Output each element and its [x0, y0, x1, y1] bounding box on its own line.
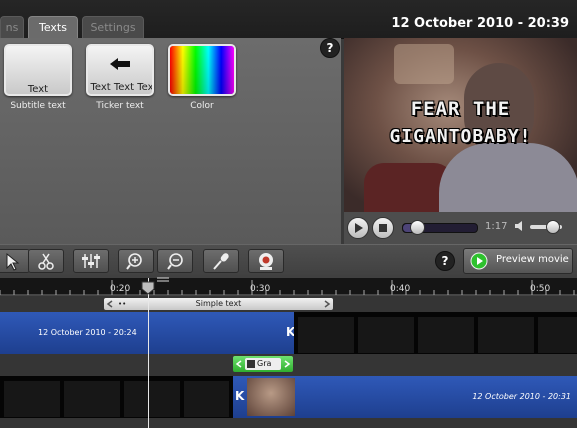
color-spectrum [170, 46, 234, 94]
help-icon[interactable]: ? [320, 38, 340, 58]
seek-handle[interactable] [410, 220, 425, 235]
grip-icon[interactable] [155, 276, 171, 284]
ruler-label: 0:30 [250, 284, 271, 294]
playhead-line[interactable] [148, 278, 149, 428]
chevron-left-icon[interactable] [106, 300, 114, 308]
style-label: Ticker text [96, 101, 144, 111]
background-window [394, 44, 454, 84]
subtitle-clip-label: Simple text [195, 299, 242, 308]
sliders-icon [82, 254, 100, 268]
video-preview: FEAR THE GIGANTOBABY! [344, 38, 577, 212]
style-label: Subtitle text [10, 101, 66, 111]
pointer-icon [6, 252, 20, 271]
tab-label: Settings [90, 21, 136, 34]
microphone-icon [213, 253, 229, 270]
video-clip-prev[interactable] [0, 376, 233, 418]
chevron-left-icon[interactable] [235, 360, 243, 368]
clip-date: 12 October 2010 - 20:31 [472, 392, 571, 401]
zoom-out-icon [167, 253, 183, 270]
play-icon [355, 223, 363, 233]
film-frame [4, 381, 60, 417]
film-frame [124, 381, 180, 417]
adjust-tool-button[interactable] [73, 249, 109, 273]
ruler-label: 0:20 [110, 284, 131, 294]
video-clip-2[interactable]: K 12 October 2010 - 20:31 [233, 376, 577, 418]
speaker-icon[interactable] [514, 220, 526, 232]
stop-icon [379, 224, 387, 232]
preview-movie-button[interactable]: Preview movie [463, 248, 573, 274]
ticker-text-style[interactable]: Text Text Tex [86, 44, 154, 96]
zoom-out-button[interactable] [157, 249, 193, 273]
transition-clip[interactable]: Gra [233, 356, 293, 372]
preview-movie-label: Preview movie [496, 254, 569, 265]
film-frame [358, 317, 414, 353]
film-frame [298, 317, 354, 353]
stop-button[interactable] [372, 217, 394, 239]
volume-handle[interactable] [546, 220, 560, 234]
webcam-icon [259, 253, 273, 270]
playback-time: 1:17 [485, 221, 508, 232]
zoom-in-button[interactable] [118, 249, 154, 273]
chevron-right-icon[interactable] [323, 300, 331, 308]
thumb-text: Text Text Tex [90, 82, 154, 93]
transition-thumb [247, 360, 255, 368]
ruler-label: 0:40 [390, 284, 411, 294]
thumb-text: Text [27, 84, 49, 95]
clip-thumbnail [247, 378, 295, 416]
ruler-ticks [0, 280, 577, 296]
tab-previous[interactable]: ns [0, 16, 24, 39]
pointer-tool-button[interactable] [0, 249, 30, 273]
subtitle-clip[interactable]: •• Simple text [104, 298, 333, 310]
subtitle-drag-handle[interactable]: •• [118, 298, 126, 310]
transition-label: Gra [257, 359, 272, 368]
tab-label: Texts [39, 21, 67, 34]
tab-texts[interactable]: Texts [28, 16, 78, 39]
time-ruler[interactable] [0, 278, 577, 296]
header-datetime: 12 October 2010 - 20:39 [391, 16, 569, 31]
chevron-right-icon[interactable] [283, 360, 291, 368]
film-frame [184, 381, 229, 417]
overlay-title-line1: FEAR THE [410, 98, 511, 120]
playhead-handle[interactable] [141, 281, 155, 295]
clip-start-handle[interactable]: K [235, 389, 244, 403]
film-frame [418, 317, 474, 353]
tab-settings[interactable]: Settings [82, 16, 144, 39]
help-icon[interactable]: ? [435, 251, 455, 271]
film-frame [478, 317, 534, 353]
video-clip-1[interactable]: 12 October 2010 - 20:24 K [0, 312, 295, 354]
clip-date: 12 October 2010 - 20:24 [38, 328, 137, 337]
play-button[interactable] [347, 217, 369, 239]
subtitle-text-style[interactable]: Text [4, 44, 72, 96]
video-clip-next[interactable] [294, 312, 577, 354]
color-style[interactable] [168, 44, 236, 96]
play-circle-icon [470, 252, 488, 270]
baby-body [439, 143, 577, 212]
overlay-title-line2: GIGANTOBABY! [389, 126, 532, 147]
ruler-label: 0:50 [530, 284, 551, 294]
narration-button[interactable] [203, 249, 239, 273]
film-frame [64, 381, 120, 417]
zoom-in-icon [126, 253, 142, 270]
split-tool-button[interactable] [28, 249, 64, 273]
scissors-icon [38, 253, 54, 270]
film-frame [538, 317, 577, 353]
transition-label-box: Gra [245, 358, 281, 370]
left-arrow-icon [110, 58, 130, 70]
tab-label: ns [5, 21, 19, 34]
style-label: Color [190, 101, 214, 111]
webcam-button[interactable] [248, 249, 284, 273]
